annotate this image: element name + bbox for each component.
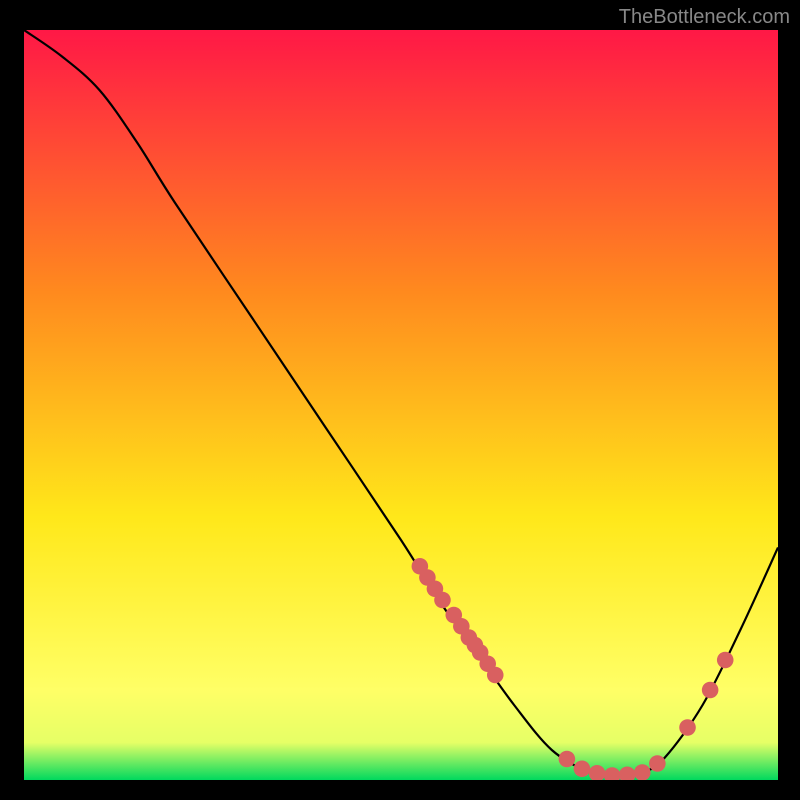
scatter-point: [717, 652, 734, 669]
scatter-point: [434, 592, 451, 609]
scatter-point: [487, 667, 504, 684]
scatter-point: [559, 751, 576, 768]
scatter-point: [649, 755, 666, 772]
bottleneck-chart: [24, 30, 778, 780]
scatter-point: [679, 719, 696, 736]
scatter-point: [574, 760, 591, 777]
scatter-point: [702, 682, 719, 699]
watermark-label: TheBottleneck.com: [619, 6, 790, 29]
